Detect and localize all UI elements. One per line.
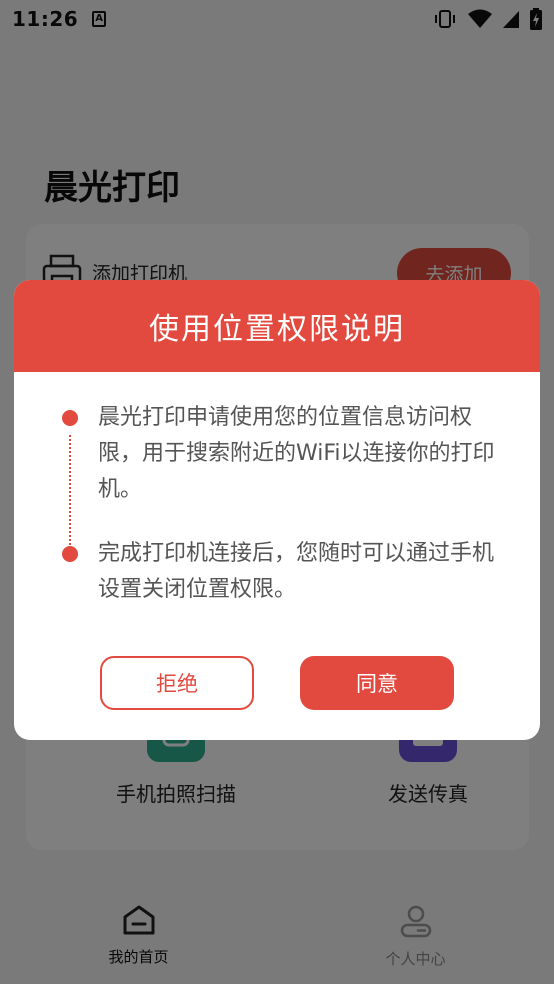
permission-item: 完成打印机连接后，您随时可以通过手机设置关闭位置权限。 bbox=[62, 536, 500, 608]
dialog-body: 晨光打印申请使用您的位置信息访问权限，用于搜索附近的WiFi以连接你的打印机。 … bbox=[14, 372, 540, 608]
bullet-dot-icon bbox=[62, 546, 78, 562]
permission-item-text: 完成打印机连接后，您随时可以通过手机设置关闭位置权限。 bbox=[98, 541, 495, 602]
screen: 11:26 A 晨光打印 bbox=[0, 0, 554, 984]
dialog-buttons: 拒绝 同意 bbox=[14, 656, 540, 710]
location-permission-dialog: 使用位置权限说明 晨光打印申请使用您的位置信息访问权限，用于搜索附近的WiFi以… bbox=[14, 280, 540, 740]
agree-button[interactable]: 同意 bbox=[300, 656, 454, 710]
dialog-header: 使用位置权限说明 bbox=[14, 280, 540, 372]
permission-item: 晨光打印申请使用您的位置信息访问权限，用于搜索附近的WiFi以连接你的打印机。 bbox=[62, 400, 500, 508]
bullet-dot-icon bbox=[62, 410, 78, 426]
permission-item-text: 晨光打印申请使用您的位置信息访问权限，用于搜索附近的WiFi以连接你的打印机。 bbox=[98, 405, 495, 502]
refuse-button[interactable]: 拒绝 bbox=[100, 656, 254, 710]
dialog-title: 使用位置权限说明 bbox=[149, 312, 405, 347]
